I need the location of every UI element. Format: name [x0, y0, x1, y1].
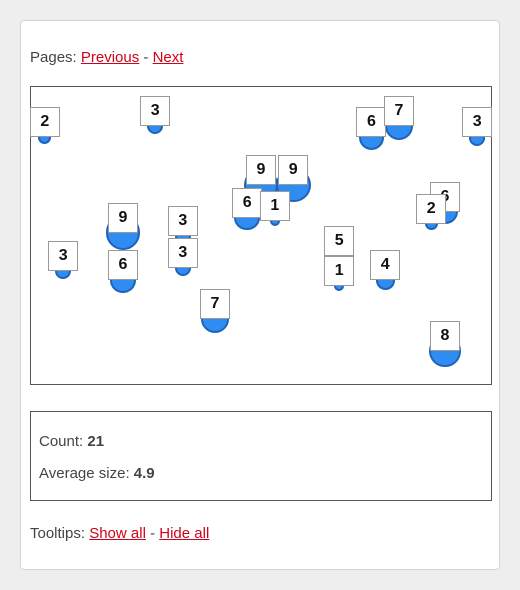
bubble-tooltip: 3: [167, 238, 198, 269]
bubble-tooltip: 9: [278, 155, 309, 185]
bubble-tooltip: 7: [200, 288, 230, 319]
count-label: Count:: [39, 433, 88, 450]
pagination: Pages: Previous - Next: [30, 49, 183, 66]
bubble-tooltip: 5: [324, 226, 355, 257]
previous-link[interactable]: Previous: [81, 49, 139, 66]
bubble-tooltip: 1: [259, 190, 290, 221]
hide-all-link[interactable]: Hide all: [159, 525, 209, 542]
bubble-tooltip: 4: [370, 250, 401, 281]
bubble-tooltip: 6: [356, 107, 387, 138]
widget-card: Pages: Previous - Next 23673996193363514…: [20, 20, 500, 570]
next-link[interactable]: Next: [153, 49, 184, 66]
count-value: 21: [87, 433, 105, 450]
average-size-value: 4.9: [133, 465, 155, 482]
bubble-tooltip: 1: [324, 255, 355, 286]
bubble-tooltip: 7: [384, 95, 414, 126]
bubble-chart: 236739961933635146278: [29, 86, 493, 385]
count-stat: Count: 21: [39, 433, 104, 450]
bubble-tooltip: 9: [246, 155, 276, 185]
tooltips-separator: -: [145, 525, 160, 542]
stats-panel: Count: 21 Average size: 4.9: [30, 411, 492, 501]
tooltips-label: Tooltips:: [30, 525, 90, 542]
bubble-tooltip: 6: [108, 250, 138, 281]
average-size-stat: Average size: 4.9: [39, 465, 155, 482]
tooltip-controls: Tooltips: Show all - Hide all: [30, 525, 209, 542]
bubble-tooltip: 2: [416, 193, 447, 224]
pages-separator: -: [139, 49, 153, 66]
bubble-tooltip: 3: [462, 107, 493, 138]
bubble-tooltip: 8: [430, 321, 460, 352]
bubble-tooltip: 3: [167, 205, 198, 236]
bubble-tooltip: 9: [108, 202, 138, 233]
bubble-tooltip: 3: [48, 241, 79, 272]
average-size-label: Average size:: [39, 465, 134, 482]
bubble-tooltip: 3: [140, 95, 171, 126]
bubble-tooltip: 2: [29, 107, 60, 138]
pages-label: Pages:: [30, 49, 81, 66]
bubble-tooltip: 6: [232, 187, 263, 218]
show-all-link[interactable]: Show all: [89, 525, 146, 542]
